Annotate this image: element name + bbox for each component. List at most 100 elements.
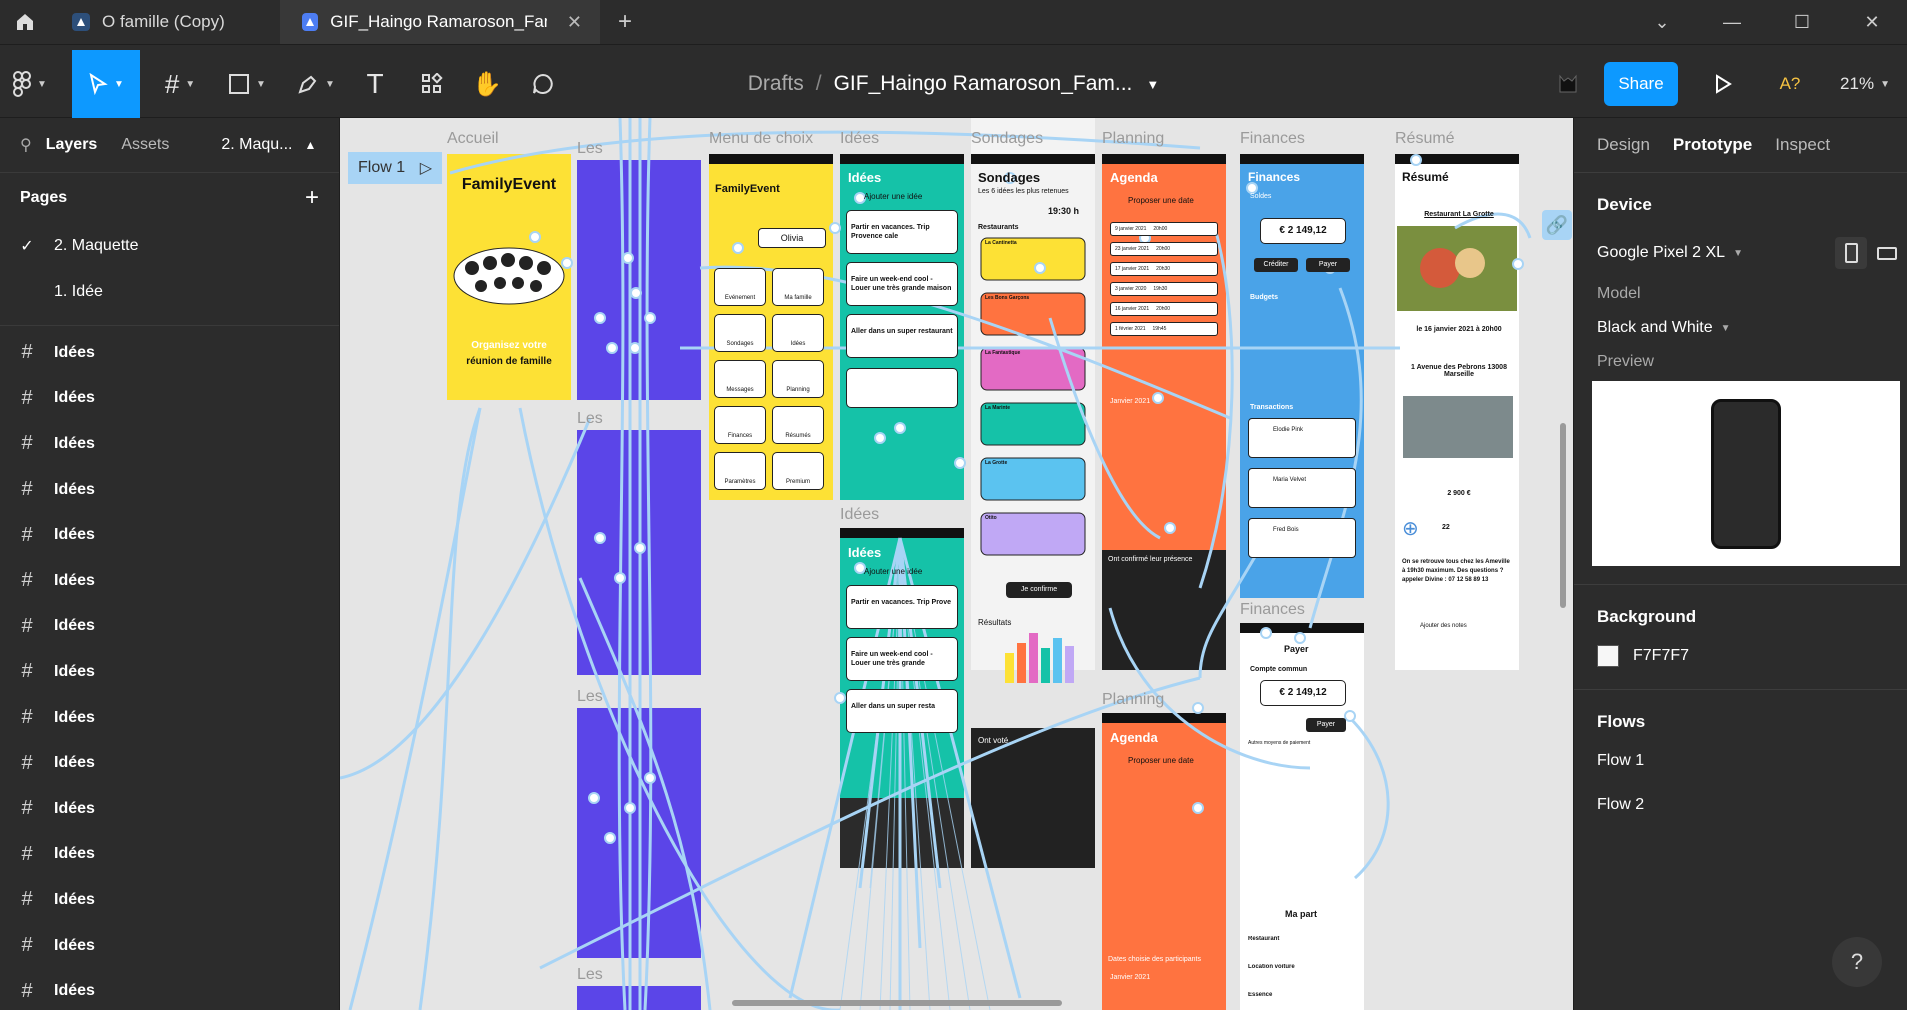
background-color-field[interactable]: F7F7F7 <box>1574 645 1907 667</box>
layer-label: Idées <box>54 982 95 1000</box>
page-label: 2. Maquette <box>54 237 139 254</box>
tab-o-famille[interactable]: O famille (Copy) <box>50 0 280 44</box>
avatar[interactable] <box>1548 50 1588 118</box>
text-tool[interactable]: T <box>355 50 395 118</box>
components-tool[interactable] <box>410 50 454 118</box>
zoom-dropdown[interactable]: 21% ▼ <box>1835 50 1895 118</box>
flow-start-badge[interactable]: Flow 1 ▷ <box>348 152 442 184</box>
tab-design[interactable]: Design <box>1597 135 1650 155</box>
resume-date: le 16 janvier 2021 à 20h00 <box>1416 326 1502 333</box>
share-row: Essence <box>1248 992 1273 998</box>
share-button[interactable]: Share <box>1604 62 1678 106</box>
frame-icon: # <box>21 432 33 455</box>
flows-title: Flows <box>1597 712 1646 731</box>
layer-item[interactable]: # Idées <box>0 512 339 558</box>
ai-help-button[interactable]: A? <box>1770 50 1810 118</box>
layer-label: Idées <box>54 617 95 635</box>
page-selector[interactable]: 2. Maqu... <box>221 136 292 154</box>
chevron-up-icon[interactable]: ▲ <box>304 138 316 152</box>
comment-tool[interactable] <box>520 50 566 118</box>
finances-transactions: Transactions <box>1250 404 1294 411</box>
tab-label: GIF_Haingo Ramaroson_FamilyEvent_Do <box>330 12 547 31</box>
poll-option-label: La Grotte <box>985 460 1008 466</box>
page-item-idee[interactable]: 1. Idée <box>0 269 339 315</box>
layer-item[interactable]: # Idées <box>0 877 339 923</box>
color-swatch[interactable] <box>1597 645 1619 667</box>
layer-item[interactable]: # Idées <box>0 421 339 467</box>
present-button[interactable] <box>1700 50 1746 118</box>
landscape-orientation-icon[interactable] <box>1867 246 1907 260</box>
chevron-down-icon: ▼ <box>185 78 196 90</box>
layer-item[interactable]: # Idées <box>0 968 339 1010</box>
frame-icon: # <box>21 660 33 683</box>
device-select[interactable]: Google Pixel 2 XL ▼ <box>1574 237 1907 269</box>
maximize-icon[interactable]: ☐ <box>1767 0 1837 44</box>
vertical-scrollbar[interactable] <box>1560 423 1566 608</box>
frame-label-sondages: Sondages <box>971 130 1044 147</box>
finances-pay-button[interactable]: Payer <box>1306 258 1350 272</box>
layer-item[interactable]: # Idées <box>0 649 339 695</box>
page-item-maquette[interactable]: ✓ 2. Maquette <box>0 223 339 269</box>
layer-item[interactable]: # Idées <box>0 604 339 650</box>
layer-item[interactable]: # Idées <box>0 740 339 786</box>
pages-header: Pages + <box>0 173 339 223</box>
flow-item-1[interactable]: Flow 1 <box>1597 752 1907 770</box>
close-window-icon[interactable]: ✕ <box>1837 0 1907 44</box>
search-icon[interactable]: ⚲ <box>20 135 32 155</box>
tab-prototype[interactable]: Prototype <box>1673 135 1752 155</box>
canvas[interactable]: Accueil Les Les Les Les Menu de choix Id… <box>340 118 1573 1010</box>
finances-credit-button[interactable]: Créditer <box>1254 258 1298 272</box>
minimize-icon[interactable]: — <box>1697 0 1767 44</box>
tab-assets[interactable]: Assets <box>121 136 169 154</box>
background-hex[interactable]: F7F7F7 <box>1633 647 1689 665</box>
layer-label: Idées <box>54 434 95 452</box>
layer-item[interactable]: # Idées <box>0 832 339 878</box>
chevron-down-icon: ▼ <box>325 78 335 90</box>
pen-tool[interactable]: ▼ <box>290 50 342 118</box>
resume-restaurant: Restaurant La Grotte <box>1424 211 1494 218</box>
idea-card: Aller dans un super restaurant <box>846 314 958 358</box>
file-name[interactable]: GIF_Haingo Ramaroson_Fam... <box>834 72 1133 96</box>
help-button[interactable]: ? <box>1832 937 1882 987</box>
layer-item[interactable]: # Idées <box>0 786 339 832</box>
add-page-icon[interactable]: + <box>305 184 319 212</box>
sondages-confirm-button[interactable]: Je confirme <box>1006 582 1072 598</box>
close-tab-icon[interactable]: ✕ <box>567 12 582 33</box>
layer-item[interactable]: # Idées <box>0 695 339 741</box>
layer-item[interactable]: # Idées <box>0 467 339 513</box>
poll-option-label: Les Bons Garçons <box>985 295 1030 301</box>
breadcrumb-drafts[interactable]: Drafts <box>748 72 804 96</box>
flow-item-2[interactable]: Flow 2 <box>1597 796 1907 814</box>
finances-2-pay-button[interactable]: Payer <box>1306 718 1346 732</box>
frame-icon: # <box>21 934 33 957</box>
resume-note: On se retrouve tous chez les Ameville à … <box>1402 559 1510 583</box>
menu-tile: Evénement <box>714 268 766 306</box>
chevron-down-icon[interactable]: ▼ <box>1146 77 1159 92</box>
frame-tool[interactable]: # ▼ <box>155 50 205 118</box>
main-menu-button[interactable]: ▼ <box>0 50 60 118</box>
frame-label-resume: Résumé <box>1395 130 1455 147</box>
layer-item[interactable]: # Idées <box>0 923 339 969</box>
right-panel-tabs: Design Prototype Inspect <box>1574 118 1907 172</box>
layer-item[interactable]: # Idées <box>0 330 339 376</box>
hand-tool[interactable]: ✋ <box>465 50 509 118</box>
layer-item[interactable]: # Idées <box>0 558 339 604</box>
portrait-orientation-icon[interactable] <box>1835 237 1867 269</box>
horizontal-scrollbar[interactable] <box>732 1000 1062 1006</box>
model-select[interactable]: Black and White ▼ <box>1574 319 1907 337</box>
resume-amount: 2 900 € <box>1447 490 1471 497</box>
finances-budgets: Budgets <box>1250 294 1278 301</box>
layer-item[interactable]: # Idées <box>0 376 339 422</box>
home-button[interactable] <box>0 0 50 44</box>
tabs-dropdown-icon[interactable]: ⌄ <box>1627 0 1697 44</box>
tab-familyevent[interactable]: GIF_Haingo Ramaroson_FamilyEvent_Do ✕ <box>280 0 600 44</box>
link-icon[interactable]: 🔗 <box>1542 210 1572 240</box>
move-tool[interactable]: ▼ <box>72 50 140 118</box>
left-panel-tabs: ⚲ Layers Assets 2. Maqu... ▲ <box>0 118 339 173</box>
shape-tool[interactable]: ▼ <box>222 50 272 118</box>
chevron-down-icon: ▼ <box>256 78 266 90</box>
tab-layers[interactable]: Layers <box>46 136 98 154</box>
new-tab-button[interactable]: + <box>600 0 650 44</box>
tab-inspect[interactable]: Inspect <box>1775 135 1830 155</box>
planning-2-propose: Proposer une date <box>1128 756 1194 765</box>
